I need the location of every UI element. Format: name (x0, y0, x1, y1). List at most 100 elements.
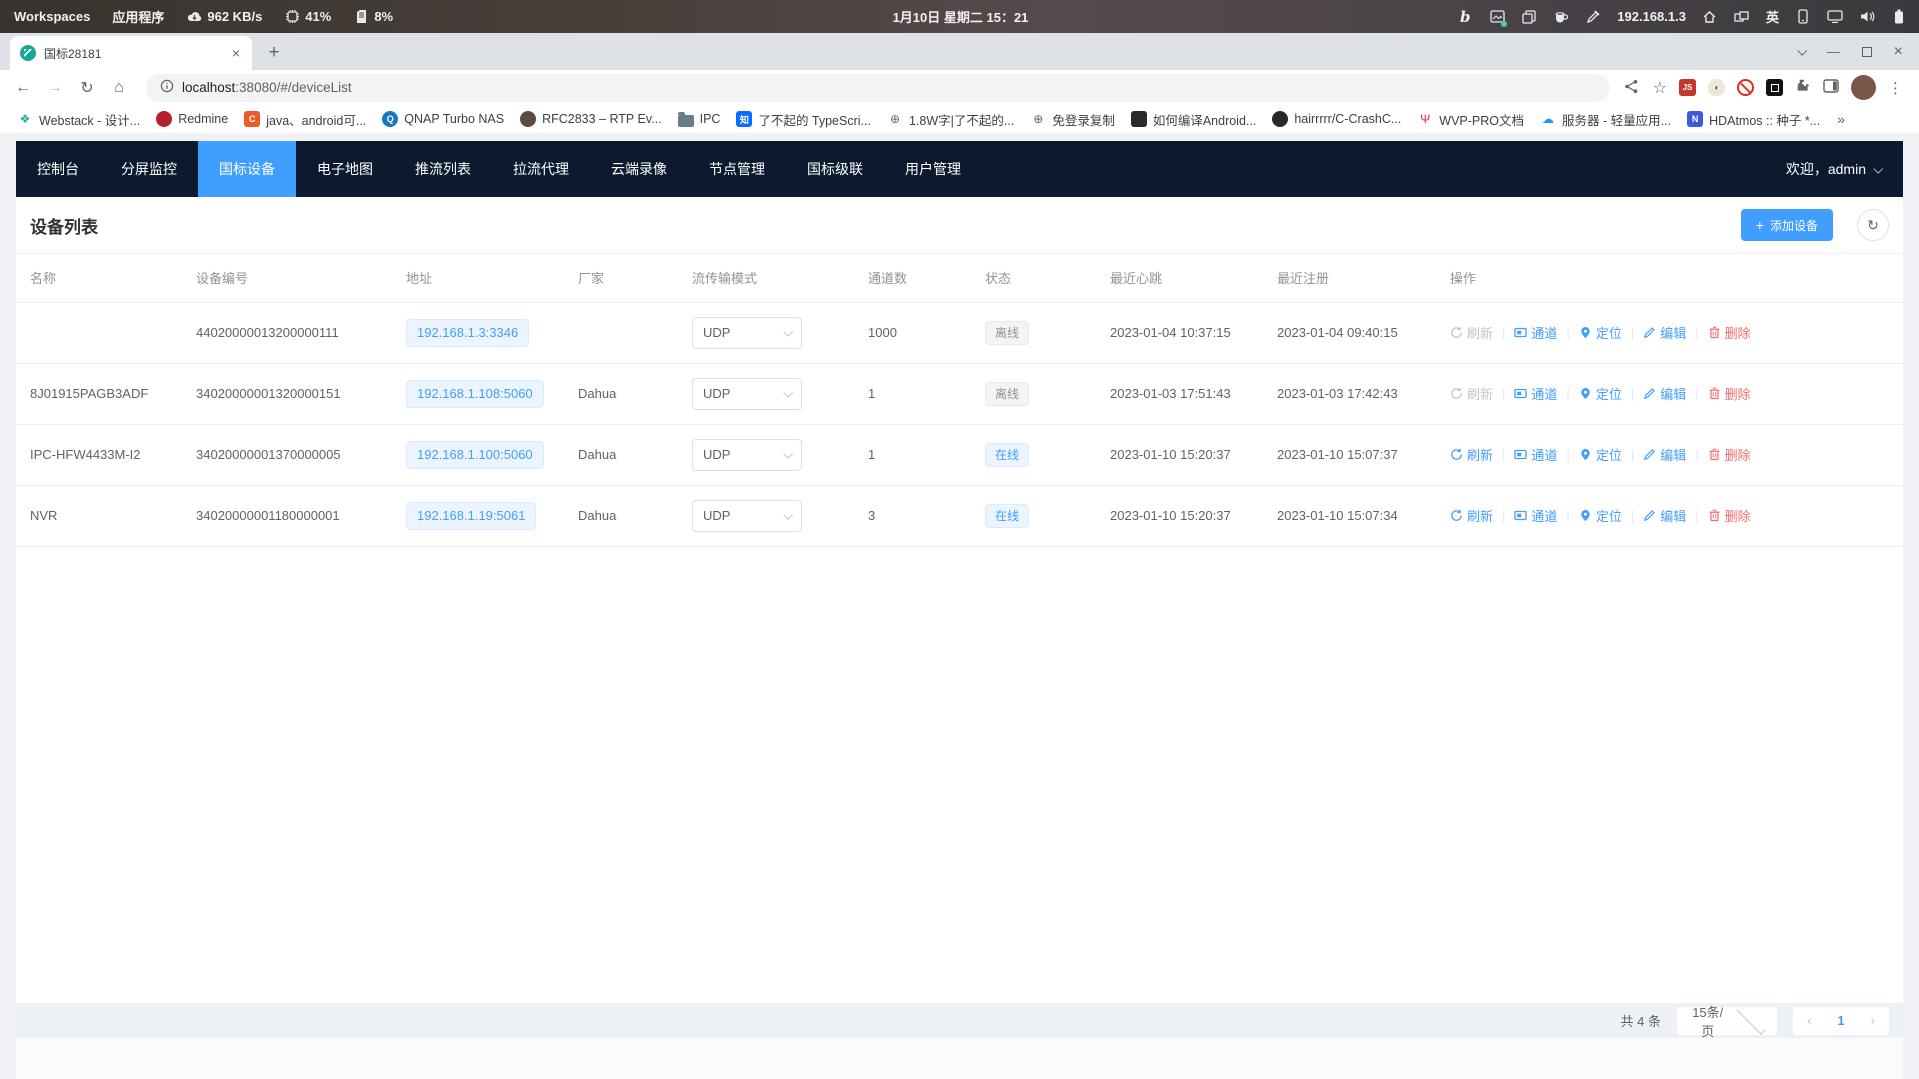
forward-button[interactable]: → (42, 75, 68, 101)
window-minimize-button[interactable]: — (1827, 44, 1840, 59)
cpu-indicator[interactable]: 41% (284, 9, 331, 25)
action-edit[interactable]: 编辑 (1643, 445, 1686, 464)
battery-icon[interactable] (1891, 9, 1907, 25)
tab-close-icon[interactable]: × (228, 45, 244, 61)
network-speed-indicator[interactable]: 962 KB/s (186, 9, 262, 25)
display-icon[interactable] (1827, 9, 1843, 25)
frame-extension-icon[interactable] (1766, 79, 1783, 96)
bookmark-item[interactable]: 如何编译Android... (1124, 108, 1264, 131)
nav-item-5[interactable]: 拉流代理 (492, 141, 590, 197)
puzzle-extensions-icon[interactable] (1795, 78, 1811, 97)
clipboard-tray-icon[interactable] (1521, 9, 1537, 25)
ip-address-indicator[interactable]: 192.168.1.3 (1617, 9, 1686, 24)
action-locate[interactable]: 定位 (1579, 323, 1622, 342)
color-picker-tray-icon[interactable] (1585, 9, 1601, 25)
device-address-tag[interactable]: 192.168.1.100:5060 (406, 441, 544, 469)
action-refresh[interactable]: 刷新 (1450, 323, 1493, 342)
nav-item-3[interactable]: 电子地图 (296, 141, 394, 197)
bookmark-item[interactable]: ⊕免登录复制 (1023, 108, 1122, 131)
action-edit[interactable]: 编辑 (1643, 384, 1686, 403)
device-address-tag[interactable]: 192.168.1.3:3346 (406, 319, 529, 347)
screenshot-tray-icon[interactable] (1489, 9, 1505, 25)
bookmark-item[interactable]: ΨWVP-PRO文档 (1410, 108, 1531, 131)
action-channel[interactable]: 通道 (1514, 384, 1557, 403)
window-restore-button[interactable] (1862, 47, 1872, 57)
refresh-list-button[interactable]: ↻ (1857, 209, 1889, 241)
bing-tray-icon[interactable]: b (1457, 9, 1473, 25)
nav-item-active[interactable]: 国标设备 (198, 141, 296, 197)
action-delete[interactable]: 删除 (1708, 384, 1751, 403)
bookmark-star-icon[interactable]: ☆ (1653, 78, 1667, 98)
bookmark-item[interactable]: Cjava、android可... (237, 108, 373, 131)
action-delete[interactable]: 删除 (1708, 506, 1751, 525)
action-locate[interactable]: 定位 (1579, 384, 1622, 403)
bookmark-item[interactable]: RFC2833 – RTP Ev... (513, 109, 669, 129)
bookmark-item[interactable]: ☁服务器 - 轻量应用... (1533, 108, 1678, 131)
device-address-tag[interactable]: 192.168.1.108:5060 (406, 380, 544, 408)
action-channel[interactable]: 通道 (1514, 506, 1557, 525)
memory-indicator[interactable]: 8% (353, 9, 393, 25)
add-device-button[interactable]: + 添加设备 (1741, 209, 1833, 241)
next-page-button[interactable]: › (1871, 1013, 1875, 1028)
site-info-icon[interactable] (160, 79, 174, 96)
nav-item-9[interactable]: 用户管理 (884, 141, 982, 197)
back-button[interactable]: ← (10, 75, 36, 101)
window-close-button[interactable]: × (1894, 43, 1903, 61)
stream-mode-select[interactable]: UDP (692, 500, 802, 532)
action-channel[interactable]: 通道 (1514, 323, 1557, 342)
coffee-tray-icon[interactable] (1553, 9, 1569, 25)
workspaces-button[interactable]: Workspaces (14, 9, 90, 24)
bookmarks-overflow-chevron[interactable]: » (1837, 111, 1845, 127)
action-delete[interactable]: 删除 (1708, 323, 1751, 342)
share-icon[interactable] (1624, 79, 1639, 97)
tab-search-chevron-icon[interactable] (1797, 46, 1807, 56)
action-delete[interactable]: 删除 (1708, 445, 1751, 464)
action-locate[interactable]: 定位 (1579, 506, 1622, 525)
applications-menu[interactable]: 应用程序 (112, 7, 164, 26)
nav-item-8[interactable]: 国标级联 (786, 141, 884, 197)
device-address-tag[interactable]: 192.168.1.19:5061 (406, 502, 536, 530)
nav-item-7[interactable]: 节点管理 (688, 141, 786, 197)
reload-button[interactable]: ↻ (74, 75, 100, 101)
nav-item-0[interactable]: 控制台 (16, 141, 100, 197)
action-locate[interactable]: 定位 (1579, 445, 1622, 464)
action-refresh[interactable]: 刷新 (1450, 445, 1493, 464)
stream-mode-select[interactable]: UDP (692, 317, 802, 349)
adblock-extension-icon[interactable] (1737, 79, 1754, 96)
nav-item-4[interactable]: 推流列表 (394, 141, 492, 197)
clock[interactable]: 1月10日 星期二 15：21 (893, 7, 1029, 26)
workspaces-tray-icon[interactable] (1734, 9, 1750, 25)
browser-tab[interactable]: 国标28181 × (10, 36, 252, 70)
action-refresh[interactable]: 刷新 (1450, 384, 1493, 403)
nav-item-1[interactable]: 分屏监控 (100, 141, 198, 197)
home-tray-icon[interactable] (1702, 9, 1718, 25)
bookmark-item[interactable]: QQNAP Turbo NAS (375, 109, 511, 129)
bookmark-item[interactable]: ⊕1.8W字|了不起的... (880, 108, 1021, 131)
page-size-select[interactable]: 15条/页 (1677, 1007, 1777, 1035)
address-bar[interactable]: localhost:38080/#/deviceList (146, 74, 1610, 102)
input-method-indicator[interactable]: 英 (1766, 7, 1779, 26)
phone-link-icon[interactable] (1795, 9, 1811, 25)
js-extension-icon[interactable]: JS (1679, 79, 1696, 96)
user-menu[interactable]: 欢迎，admin (1786, 159, 1903, 179)
stream-mode-select[interactable]: UDP (692, 439, 802, 471)
bookmark-item[interactable]: 知了不起的 TypeScri... (729, 108, 878, 131)
browser-menu-kebab-icon[interactable]: ⋮ (1888, 79, 1903, 97)
prev-page-button[interactable]: ‹ (1807, 1013, 1811, 1028)
profile-avatar[interactable] (1851, 75, 1876, 100)
bookmark-item[interactable]: Redmine (149, 109, 235, 129)
bookmark-item[interactable]: NHDAtmos :: 种子 *... (1680, 108, 1827, 131)
bookmark-item[interactable]: IPC (671, 110, 728, 129)
new-tab-button[interactable]: + (260, 39, 288, 67)
stream-mode-select[interactable]: UDP (692, 378, 802, 410)
action-edit[interactable]: 编辑 (1643, 323, 1686, 342)
bookmark-item[interactable]: ❖Webstack - 设计... (10, 108, 147, 131)
mask-extension-icon[interactable]: ◗ (1708, 79, 1725, 96)
side-panel-icon[interactable] (1823, 79, 1839, 96)
action-channel[interactable]: 通道 (1514, 445, 1557, 464)
volume-icon[interactable] (1859, 9, 1875, 25)
home-button[interactable]: ⌂ (106, 75, 132, 101)
nav-item-6[interactable]: 云端录像 (590, 141, 688, 197)
action-edit[interactable]: 编辑 (1643, 506, 1686, 525)
current-page[interactable]: 1 (1837, 1013, 1844, 1028)
